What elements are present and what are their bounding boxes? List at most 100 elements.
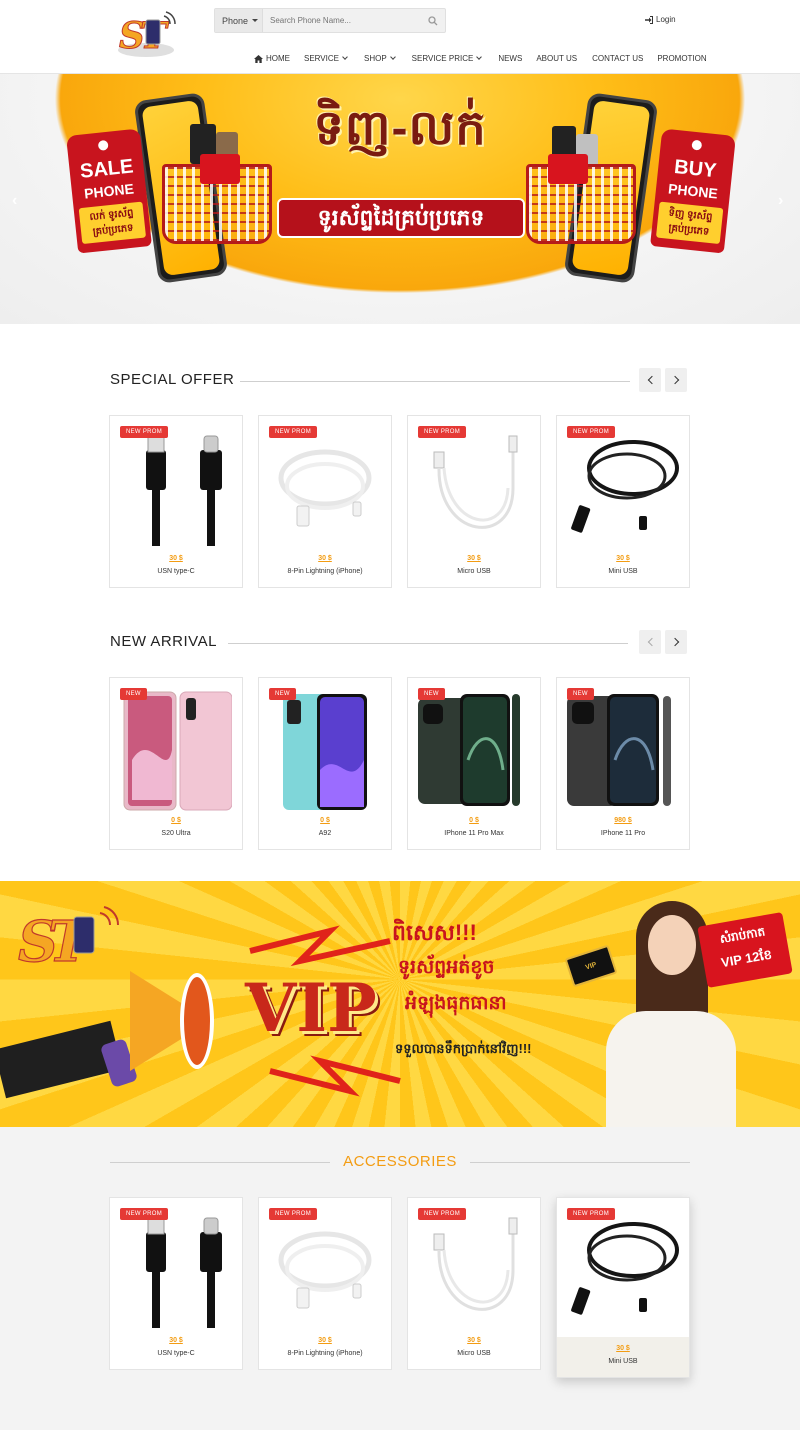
vip-line-3: អំឡុងធុកធានា — [405, 993, 507, 1014]
chevron-down-icon — [389, 54, 396, 60]
product-name[interactable]: S20 Ultra — [110, 830, 242, 837]
vip-headline: VIP — [245, 969, 377, 1047]
new-arrival-next-button[interactable] — [665, 630, 687, 654]
nav-label-shop: SHOP — [363, 54, 387, 63]
promo-badge: NEW PROM — [120, 1208, 169, 1220]
product-name[interactable]: Mini USB — [557, 568, 689, 575]
product-price[interactable]: 0 $ — [408, 817, 540, 824]
chevron-left-icon — [647, 375, 656, 385]
product-price[interactable]: 980 $ — [557, 817, 689, 824]
promo-badge: NEW PROM — [120, 426, 169, 438]
nav-item-about-us[interactable]: ABOUT US — [536, 54, 577, 63]
main-nav: HOME SERVICE SHOP SERVICE PRICE NEWS ABO… — [254, 54, 707, 63]
product-name[interactable]: Mini USB — [557, 1358, 689, 1365]
special-offer-next-button[interactable] — [665, 368, 687, 392]
nav-label-service-price: SERVICE PRICE — [411, 54, 474, 63]
nav-label-about-us: ABOUT US — [536, 54, 578, 63]
product-price[interactable]: 30 $ — [408, 1337, 540, 1344]
promo-badge: NEW PROM — [269, 426, 318, 438]
new-arrival-prev-button[interactable] — [639, 630, 661, 654]
pink-phone-image — [123, 691, 232, 811]
sign-in-icon — [645, 15, 653, 24]
buy-phone-tag: BUY PHONE ទិញ ទូរស័ព្ទ គ្រប់ប្រភេទ — [650, 128, 736, 254]
micro-usb-cable-image — [433, 1217, 518, 1311]
nav-item-shop[interactable]: SHOP — [363, 54, 396, 63]
vip-line-2: ទូរស័ព្ទអត់ខូច — [398, 957, 495, 978]
product-card[interactable]: NEW 0 $ IPhone 11 Pro Max — [407, 677, 541, 850]
login-link[interactable]: Login — [645, 15, 676, 24]
site-logo[interactable]: S T — [116, 6, 182, 64]
special-offer-prev-button[interactable] — [639, 368, 661, 392]
product-name[interactable]: A92 — [259, 830, 391, 837]
product-price[interactable]: 30 $ — [259, 1337, 391, 1344]
lightning-cable-image — [278, 1231, 372, 1309]
vip-line-1: ពិសេស!!! — [392, 920, 477, 945]
product-price[interactable]: 30 $ — [557, 1345, 689, 1352]
section-divider — [228, 643, 628, 644]
product-card[interactable]: NEW PROM 30 $ USN type-C — [109, 1197, 243, 1370]
vip-12-month-tag: សំរាប់កាត VIP 12ខែ — [697, 912, 793, 988]
lightning-cable-image — [278, 449, 372, 527]
product-name[interactable]: Micro USB — [408, 568, 540, 575]
new-badge: NEW — [120, 688, 147, 700]
micro-usb-cable-image — [433, 435, 518, 529]
nav-label-home: HOME — [266, 54, 290, 63]
product-price[interactable]: 0 $ — [259, 817, 391, 824]
nav-item-service-price[interactable]: SERVICE PRICE — [411, 54, 483, 63]
mini-usb-cable-image — [571, 440, 679, 533]
product-price[interactable]: 30 $ — [557, 555, 689, 562]
search-category-select[interactable]: Phone — [215, 9, 263, 32]
card-footer — [557, 1337, 689, 1377]
product-card-hovered[interactable]: NEW PROM 30 $ Mini USB — [556, 1197, 690, 1378]
product-name[interactable]: Micro USB — [408, 1350, 540, 1357]
product-name[interactable]: 8-Pin Lightning (iPhone) — [259, 1350, 391, 1357]
search-button[interactable] — [421, 9, 445, 32]
product-card[interactable]: NEW PROM 30 $ USN type-C — [109, 415, 243, 588]
nav-item-service[interactable]: SERVICE — [304, 54, 348, 63]
product-price[interactable]: 30 $ — [408, 555, 540, 562]
nav-label-promotion: PROMOTION — [657, 54, 707, 63]
search-input[interactable] — [263, 9, 421, 32]
product-card[interactable]: NEW PROM 30 $ Micro USB — [407, 415, 541, 588]
hero-next-arrow[interactable]: › — [778, 192, 783, 210]
usb-c-cable-image — [146, 435, 222, 546]
nav-item-contact-us[interactable]: CONTACT US — [592, 54, 643, 63]
chevron-right-icon — [670, 637, 679, 647]
chevron-down-icon — [342, 54, 348, 60]
promo-badge: NEW PROM — [567, 426, 616, 438]
product-card[interactable]: NEW 980 $ IPhone 11 Pro — [556, 677, 690, 850]
product-card[interactable]: NEW PROM 30 $ 8-Pin Lightning (iPhone) — [258, 1197, 392, 1370]
product-price[interactable]: 30 $ — [259, 555, 391, 562]
special-offer-title: SPECIAL OFFER — [110, 371, 235, 388]
hero-prev-arrow[interactable]: ‹ — [12, 192, 17, 210]
product-name[interactable]: IPhone 11 Pro Max — [408, 830, 540, 837]
nav-item-home[interactable]: HOME — [254, 54, 290, 63]
section-divider — [240, 381, 630, 382]
product-price[interactable]: 30 $ — [110, 555, 242, 562]
vip-banner[interactable]: S T VIP ពិសេស!!! ទូរស័ព្ទអត់ខូច អំឡុងធុក… — [0, 881, 800, 1127]
new-badge: NEW — [418, 688, 445, 700]
caret-down-icon — [252, 19, 259, 22]
product-card[interactable]: NEW PROM 30 $ 8-Pin Lightning (iPhone) — [258, 415, 392, 588]
nav-item-promotion[interactable]: PROMOTION — [657, 54, 706, 63]
product-card[interactable]: NEW 0 $ S20 Ultra — [109, 677, 243, 850]
product-price[interactable]: 30 $ — [110, 1337, 242, 1344]
new-badge: NEW — [269, 688, 296, 700]
product-card[interactable]: NEW PROM 30 $ Micro USB — [407, 1197, 541, 1370]
product-card[interactable]: NEW 0 $ A92 — [258, 677, 392, 850]
product-name[interactable]: 8-Pin Lightning (iPhone) — [259, 568, 391, 575]
st-logo: S T — [16, 905, 120, 979]
hero-subtitle: ទូរស័ព្ទដៃគ្រប់ប្រភេទ — [277, 198, 525, 238]
nav-label-news: NEWS — [498, 54, 523, 63]
product-name[interactable]: USN type-C — [110, 568, 242, 575]
hero-banner[interactable]: SALE PHONE លក់ ទូរស័ព្ទ គ្រប់ប្រភេទ BUY … — [0, 74, 800, 324]
product-name[interactable]: USN type-C — [110, 1350, 242, 1357]
buy-tag-kh: ទិញ ទូរស័ព្ទ គ្រប់ប្រភេទ — [655, 201, 724, 245]
nav-item-news[interactable]: NEWS — [498, 54, 522, 63]
hero-title: ទិញ-លក់ — [313, 102, 487, 155]
product-card[interactable]: NEW PROM 30 $ Mini USB — [556, 415, 690, 588]
new-badge: NEW — [567, 688, 594, 700]
product-price[interactable]: 0 $ — [110, 817, 242, 824]
search-icon — [428, 15, 438, 25]
product-name[interactable]: IPhone 11 Pro — [557, 830, 689, 837]
